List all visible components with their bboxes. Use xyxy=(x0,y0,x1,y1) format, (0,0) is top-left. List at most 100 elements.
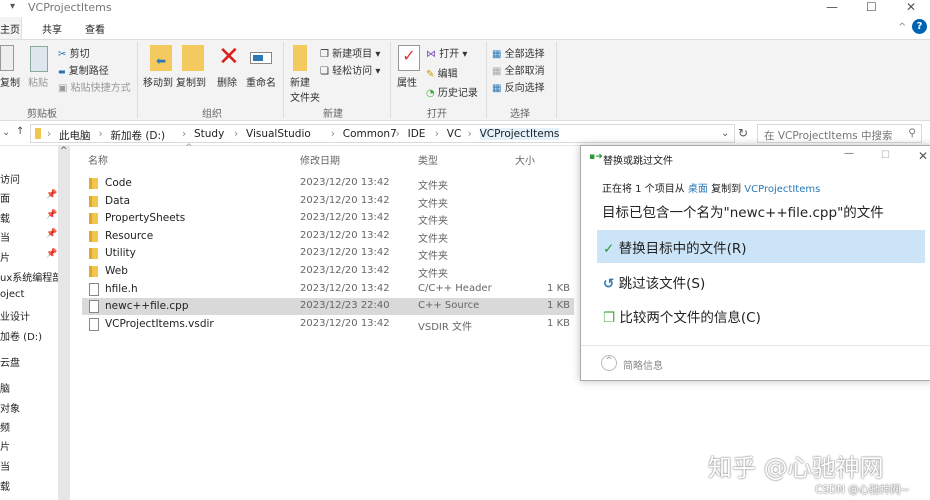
dialog-minimize-button[interactable]: — xyxy=(844,148,854,159)
dialog-title: 替换或跳过文件 xyxy=(603,156,673,167)
move-to-button[interactable]: 移动到 xyxy=(143,74,173,89)
column-type[interactable]: 类型 xyxy=(418,152,438,167)
skip-option[interactable]: ↺ 跳过该文件(S) xyxy=(597,265,925,298)
sidebar-item[interactable]: oject xyxy=(0,289,24,300)
sidebar-item[interactable]: 片 xyxy=(0,249,10,264)
source-link[interactable]: 桌面 xyxy=(688,184,708,195)
tab-share[interactable]: 共享 xyxy=(42,21,62,36)
properties-button[interactable]: 属性 xyxy=(397,74,417,89)
column-name[interactable]: 名称 xyxy=(88,152,108,167)
copy-to-button[interactable]: 复制到 xyxy=(176,74,206,89)
open-button[interactable]: ⋈ 打开 ▾ xyxy=(426,45,467,60)
breadcrumb-item[interactable]: VC xyxy=(447,128,462,140)
tab-view[interactable]: 查看 xyxy=(85,21,105,36)
close-button[interactable]: ✕ xyxy=(906,0,916,14)
sidebar-item[interactable]: 面 xyxy=(0,190,10,205)
sidebar-item[interactable]: 当 xyxy=(0,229,10,244)
sidebar-item[interactable]: 频 xyxy=(0,419,10,434)
search-icon: ⚲ xyxy=(908,127,916,139)
cut-button[interactable]: ✂ 剪切 xyxy=(58,45,90,60)
breadcrumb-separator-icon[interactable]: › xyxy=(99,128,103,140)
sidebar-item[interactable]: 当 xyxy=(0,458,10,473)
rename-button[interactable]: 重命名 xyxy=(246,74,276,89)
file-row[interactable]: hfile.h 2023/12/20 13:42 C/C++ Header 1 … xyxy=(82,281,574,298)
refresh-icon[interactable]: ↻ xyxy=(738,126,748,140)
recent-locations-icon[interactable]: ⌄ xyxy=(2,127,10,138)
breadcrumb-item[interactable]: IDE xyxy=(408,128,426,140)
sidebar-item[interactable]: ux系统编程部 xyxy=(0,269,58,284)
file-row[interactable]: Code 2023/12/20 13:42 文件夹 xyxy=(82,175,574,192)
quick-access-dropdown-icon[interactable]: ▾ xyxy=(10,1,15,12)
file-name: VCProjectItems.vsdir xyxy=(105,317,214,330)
breadcrumb-item[interactable]: Study xyxy=(194,128,224,140)
file-row[interactable]: newc++file.cpp 2023/12/23 22:40 C++ Sour… xyxy=(82,298,574,316)
tab-home[interactable]: 主页 xyxy=(0,17,22,39)
up-arrow-icon[interactable]: ↑ xyxy=(16,126,24,137)
file-row[interactable]: VCProjectItems.vsdir 2023/12/20 13:42 VS… xyxy=(82,316,574,333)
column-date[interactable]: 修改日期 xyxy=(300,152,340,167)
file-type: C++ Source xyxy=(418,300,480,312)
delete-button[interactable]: 删除 xyxy=(217,74,237,89)
invert-selection-button[interactable]: ▦ 反向选择 xyxy=(492,79,545,94)
search-input[interactable]: 在 VCProjectItems 中搜索 ⚲ xyxy=(757,124,922,143)
address-bar[interactable]: › 此电脑 › 新加卷 (D:) › Study › VisualStudio › Common7… xyxy=(30,124,735,143)
breadcrumb-item[interactable]: 新加卷 (D:) xyxy=(111,128,166,143)
new-folder-button[interactable]: 新建 文件夹 xyxy=(290,74,320,104)
file-row[interactable]: Web 2023/12/20 13:42 文件夹 xyxy=(82,263,574,280)
destination-link[interactable]: VCProjectItems xyxy=(744,184,820,195)
breadcrumb-item[interactable]: VisualStudio xyxy=(246,128,311,140)
dialog-maximize-button[interactable]: ☐ xyxy=(881,150,890,161)
folder-icon xyxy=(89,213,98,225)
maximize-button[interactable]: ☐ xyxy=(866,0,877,14)
file-type: 文件夹 xyxy=(418,269,448,280)
sidebar-item[interactable]: 对象 xyxy=(0,400,20,415)
breadcrumb-separator-icon[interactable]: › xyxy=(331,128,335,140)
easy-access-button[interactable]: ❏ 轻松访问 ▾ xyxy=(320,62,380,77)
paste-shortcut-button[interactable]: ▣ 粘贴快捷方式 xyxy=(58,79,131,94)
copy-button[interactable]: 复制 xyxy=(0,74,20,89)
select-none-icon: ▦ xyxy=(492,66,502,77)
sidebar-item[interactable]: 访问 xyxy=(0,171,20,186)
minimize-button[interactable]: — xyxy=(826,0,838,14)
address-dropdown-icon[interactable]: ⌄ xyxy=(721,128,729,139)
sidebar-item[interactable]: 脑 xyxy=(0,380,10,395)
edit-button[interactable]: ✎ 编辑 xyxy=(426,65,458,80)
new-item-button[interactable]: ❐ 新建项目 ▾ xyxy=(320,45,380,60)
breadcrumb-separator-icon[interactable]: › xyxy=(396,128,400,140)
navigation-scrollbar[interactable]: ^ xyxy=(58,146,70,500)
sidebar-item[interactable]: 业设计 xyxy=(0,308,30,323)
sidebar-item[interactable]: 加卷 (D:) xyxy=(0,328,42,343)
breadcrumb-item[interactable]: 此电脑 xyxy=(59,128,91,143)
column-size[interactable]: 大小 xyxy=(515,152,535,167)
sidebar-item[interactable]: 载 xyxy=(0,478,10,493)
sidebar-item[interactable]: 片 xyxy=(0,438,10,453)
file-row[interactable]: PropertySheets 2023/12/20 13:42 文件夹 xyxy=(82,210,574,227)
file-row[interactable]: Utility 2023/12/20 13:42 文件夹 xyxy=(82,245,574,262)
breadcrumb-item[interactable]: VCProjectItems xyxy=(479,128,560,140)
breadcrumb-separator-icon[interactable]: › xyxy=(435,128,439,140)
divider xyxy=(486,42,487,118)
sidebar-item[interactable]: 云盘 xyxy=(0,354,20,369)
breadcrumb-separator-icon[interactable]: › xyxy=(182,128,186,140)
file-type: 文件夹 xyxy=(418,233,448,245)
collapse-ribbon-icon[interactable]: ^ xyxy=(898,22,906,33)
breadcrumb-item[interactable]: Common7 xyxy=(343,128,397,140)
dialog-footer: ^ 简略信息 xyxy=(581,345,930,381)
breadcrumb-separator-icon[interactable]: › xyxy=(47,128,51,140)
dialog-close-button[interactable]: ✕ xyxy=(918,149,928,163)
collapse-details-icon[interactable]: ^ xyxy=(601,355,617,371)
breadcrumb-separator-icon[interactable]: › xyxy=(234,128,238,140)
history-button[interactable]: ◔ 历史记录 xyxy=(426,84,478,99)
paste-button[interactable]: 粘贴 xyxy=(28,74,48,89)
replace-option[interactable]: ✓ 替换目标中的文件(R) xyxy=(597,230,925,263)
select-all-button[interactable]: ▦ 全部选择 xyxy=(492,45,545,60)
sidebar-item[interactable]: 载 xyxy=(0,210,10,225)
fewer-details-button[interactable]: 简略信息 xyxy=(623,357,663,372)
compare-option[interactable]: ❐ 比较两个文件的信息(C) xyxy=(597,299,925,332)
file-row[interactable]: Data 2023/12/20 13:42 文件夹 xyxy=(82,193,574,210)
breadcrumb-separator-icon[interactable]: › xyxy=(468,128,472,140)
select-none-button[interactable]: ▦ 全部取消 xyxy=(492,62,545,77)
copy-path-button[interactable]: ▬ 复制路径 xyxy=(58,62,109,77)
file-row[interactable]: Resource 2023/12/20 13:42 文件夹 xyxy=(82,228,574,245)
help-icon[interactable]: ? xyxy=(912,19,927,34)
